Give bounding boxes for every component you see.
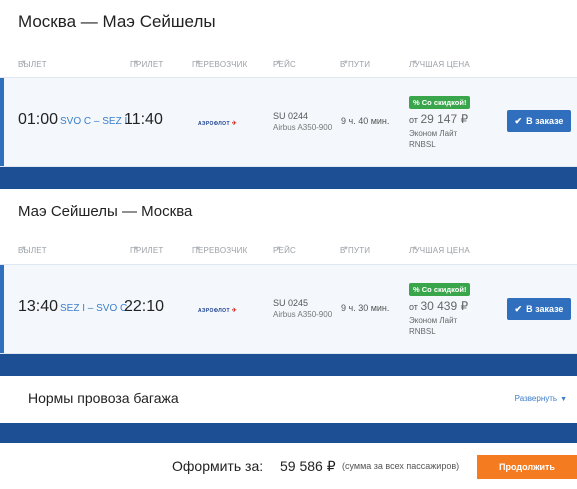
flight-row-outbound[interactable]: 01:00 SVO C – SEZ I 11:40 АЭРОФЛОТ ✈ SU …	[0, 77, 577, 167]
sort-caret-icon: ▼	[133, 246, 140, 252]
price-value: 30 439 ₽	[420, 299, 469, 313]
checkout-label: Оформить за:	[172, 458, 264, 474]
sort-caret-icon: ▼	[343, 60, 350, 66]
flight-duration: 9 ч. 30 мин.	[341, 303, 390, 313]
continue-button[interactable]: Продолжить	[477, 455, 577, 479]
checkout-note: (сумма за всех пассажиров)	[342, 461, 460, 471]
aeroflot-logo-icon: АЭРОФЛОТ ✈	[198, 121, 238, 127]
aircraft-type: Airbus A350-900	[273, 123, 333, 132]
fare-name: Эконом Лайт	[409, 129, 458, 138]
baggage-rules-title: Нормы провоза багажа	[28, 390, 179, 406]
route-title-outbound: Москва — Маэ Сейшелы	[18, 12, 216, 31]
check-icon: ✔	[514, 115, 523, 126]
in-order-button[interactable]: ✔ В заказе	[507, 298, 571, 320]
sort-caret-icon: ▼	[21, 60, 28, 66]
arrival-time: 22:10	[124, 298, 165, 315]
sort-caret-icon: ▼	[195, 60, 202, 66]
aircraft-type: Airbus A350-900	[273, 310, 333, 319]
column-headers-return: ВЫЛЕТ ▼ ПРИЛЕТ ▼ ПЕРЕВОЗЧИК ▼ РЕЙС ▼ В ПУТИ ▼…	[18, 246, 470, 255]
chevron-down-icon: ▼	[560, 396, 567, 403]
check-icon: ✔	[514, 303, 523, 314]
price: от 29 147 ₽	[409, 112, 469, 126]
checkout-total: 59 586 ₽	[280, 458, 336, 474]
flight-row-return[interactable]: 13:40 SEZ I – SVO C 22:10 АЭРОФЛОТ ✈ SU …	[0, 264, 577, 354]
in-order-button[interactable]: ✔ В заказе	[507, 110, 571, 132]
price: от 30 439 ₽	[409, 299, 469, 313]
departure-time: 01:00	[18, 111, 59, 128]
sort-caret-icon: ▼	[195, 246, 202, 252]
airport-codes: SVO C – SEZ I	[60, 116, 128, 127]
discount-badge: % Со скидкой!	[409, 96, 471, 109]
column-headers-outbound: ВЫЛЕТ ▼ ПРИЛЕТ ▼ ПЕРЕВОЗЧИК ▼ РЕЙС ▼ В ПУТИ ▼…	[18, 60, 470, 69]
sort-caret-icon: ▼	[412, 60, 419, 66]
sort-caret-icon: ▼	[276, 246, 283, 252]
separator-band	[0, 423, 577, 443]
price-value: 29 147 ₽	[420, 112, 469, 126]
flight-number: SU 0245	[273, 298, 309, 308]
departure-time: 13:40	[18, 298, 59, 315]
aeroflot-logo-icon: АЭРОФЛОТ ✈	[198, 308, 238, 314]
route-title-return: Маэ Сейшелы — Москва	[18, 203, 193, 220]
separator-band	[0, 354, 577, 376]
sort-caret-icon: ▼	[133, 60, 140, 66]
sort-caret-icon: ▼	[343, 246, 350, 252]
sort-caret-icon: ▼	[21, 246, 28, 252]
airport-codes: SEZ I – SVO C	[60, 303, 128, 314]
fare-name: Эконом Лайт	[409, 316, 458, 325]
discount-badge: % Со скидкой!	[409, 283, 471, 296]
selected-accent-bar	[0, 78, 4, 166]
sort-caret-icon: ▼	[412, 246, 419, 252]
flight-duration: 9 ч. 40 мин.	[341, 116, 390, 126]
fare-code: RNBSL	[409, 327, 436, 336]
expand-baggage-link[interactable]: Развернуть ▼	[515, 394, 567, 403]
flight-number: SU 0244	[273, 111, 309, 121]
separator-band	[0, 167, 577, 189]
arrival-time: 11:40	[124, 111, 163, 128]
selected-accent-bar	[0, 265, 4, 353]
sort-caret-icon: ▼	[276, 60, 283, 66]
fare-code: RNBSL	[409, 140, 436, 149]
